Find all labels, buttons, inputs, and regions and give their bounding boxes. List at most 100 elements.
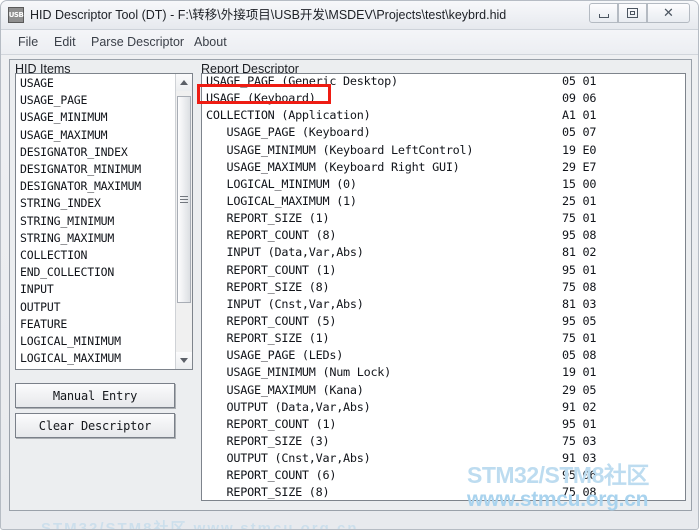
report-descriptor-row[interactable]: REPORT_SIZE (8) 75 08 bbox=[204, 279, 685, 296]
report-descriptor-row[interactable]: USAGE_PAGE (LEDs) 05 08 bbox=[204, 347, 685, 364]
report-descriptor-textarea[interactable]: USAGE_PAGE (Generic Desktop) 05 01 USAGE (… bbox=[201, 73, 686, 501]
report-descriptor-item-hex: 75 03 bbox=[562, 433, 597, 448]
report-descriptor-item-text: REPORT_COUNT (8) bbox=[206, 228, 337, 243]
report-descriptor-item-hex: 75 01 bbox=[562, 211, 597, 226]
scroll-up-button[interactable] bbox=[176, 74, 192, 91]
hid-item[interactable]: STRING_MINIMUM bbox=[20, 213, 174, 230]
report-descriptor-row[interactable]: REPORT_SIZE (8) 75 08 bbox=[204, 484, 685, 500]
maximize-button[interactable] bbox=[618, 3, 647, 23]
report-descriptor-item-text: INPUT (Cnst,Var,Abs) bbox=[206, 296, 364, 311]
hid-item[interactable]: END_COLLECTION bbox=[20, 264, 174, 281]
report-descriptor-row[interactable]: LOGICAL_MINIMUM (0) 15 00 bbox=[204, 176, 685, 193]
menu-bar: File Edit Parse Descriptor About bbox=[1, 30, 698, 55]
report-descriptor-item-hex: 95 08 bbox=[562, 228, 597, 243]
hid-item[interactable]: USAGE_MINIMUM bbox=[20, 109, 174, 126]
minimize-button[interactable] bbox=[589, 3, 618, 23]
hid-item[interactable]: COLLECTION bbox=[20, 247, 174, 264]
close-icon: ✕ bbox=[663, 5, 674, 21]
hid-item[interactable]: DESIGNATOR_INDEX bbox=[20, 144, 174, 161]
hid-item[interactable]: INPUT bbox=[20, 281, 174, 298]
menu-item-edit[interactable]: Edit bbox=[51, 34, 79, 51]
hid-item[interactable]: STRING_INDEX bbox=[20, 195, 174, 212]
report-descriptor-item-text: REPORT_COUNT (1) bbox=[206, 416, 337, 431]
report-descriptor-row[interactable]: REPORT_SIZE (1) 75 01 bbox=[204, 330, 685, 347]
manual-entry-button[interactable]: Manual Entry bbox=[15, 383, 175, 408]
hid-items-listbox[interactable]: USAGE USAGE_PAGE USAGE_MINIMUM USAGE_MAXIMU… bbox=[15, 73, 193, 370]
report-descriptor-row[interactable]: REPORT_COUNT (1) 95 01 bbox=[204, 416, 685, 433]
report-descriptor-item-hex: 81 03 bbox=[562, 296, 597, 311]
hid-item[interactable]: FEATURE bbox=[20, 316, 174, 333]
report-descriptor-item-text: REPORT_SIZE (1) bbox=[206, 331, 330, 346]
window-title: HID Descriptor Tool (DT) - F:\转移\外接项目\US… bbox=[30, 8, 507, 22]
report-descriptor-item-text: USAGE_MAXIMUM (Kana) bbox=[206, 382, 364, 397]
report-descriptor-item-hex: 05 01 bbox=[562, 74, 597, 88]
scrollbar-thumb[interactable] bbox=[177, 96, 191, 303]
report-descriptor-item-hex: 95 05 bbox=[562, 313, 597, 328]
report-descriptor-item-text: INPUT (Data,Var,Abs) bbox=[206, 245, 364, 260]
report-descriptor-row[interactable]: USAGE_MINIMUM (Keyboard LeftControl) 19 E… bbox=[204, 142, 685, 159]
report-descriptor-row[interactable]: LOGICAL_MAXIMUM (1) 25 01 bbox=[204, 193, 685, 210]
report-descriptor-row[interactable]: REPORT_SIZE (3) 75 03 bbox=[204, 433, 685, 450]
report-descriptor-item-hex: 29 E7 bbox=[562, 159, 597, 174]
minimize-icon bbox=[598, 13, 609, 18]
report-descriptor-row[interactable]: USAGE_PAGE (Keyboard) 05 07 bbox=[204, 124, 685, 141]
report-descriptor-row[interactable]: OUTPUT (Cnst,Var,Abs) 91 03 bbox=[204, 450, 685, 467]
report-descriptor-item-text: USAGE_MAXIMUM (Keyboard Right GUI) bbox=[206, 159, 460, 174]
chevron-up-icon bbox=[180, 80, 188, 85]
report-descriptor-item-text: USAGE_PAGE (Keyboard) bbox=[206, 125, 371, 140]
hid-item[interactable]: USAGE bbox=[20, 75, 174, 92]
menu-item-file[interactable]: File bbox=[15, 34, 41, 51]
report-descriptor-item-text: LOGICAL_MAXIMUM (1) bbox=[206, 193, 357, 208]
menu-item-parse-descriptor[interactable]: Parse Descriptor bbox=[88, 34, 187, 51]
report-descriptor-row[interactable]: USAGE_MAXIMUM (Kana) 29 05 bbox=[204, 382, 685, 399]
report-descriptor-item-text: USAGE_MINIMUM (Num Lock) bbox=[206, 365, 392, 380]
report-descriptor-row[interactable]: INPUT (Cnst,Var,Abs) 81 03 bbox=[204, 296, 685, 313]
hid-item[interactable]: DESIGNATOR_MAXIMUM bbox=[20, 178, 174, 195]
hid-item[interactable]: USAGE_PAGE bbox=[20, 92, 174, 109]
chevron-down-icon bbox=[180, 358, 188, 363]
hid-item[interactable]: USAGE_MAXIMUM bbox=[20, 127, 174, 144]
watermark-bottom: STM32/STM8社区 www.stmcu.org.cn bbox=[41, 520, 359, 530]
report-descriptor-row[interactable]: USAGE (Keyboard) 09 06 bbox=[204, 90, 685, 107]
hid-item[interactable]: LOGICAL_MAXIMUM bbox=[20, 350, 174, 367]
hid-item[interactable]: DESIGNATOR_MINIMUM bbox=[20, 161, 174, 178]
report-descriptor-item-text: REPORT_SIZE (8) bbox=[206, 279, 330, 294]
report-descriptor-row[interactable]: INPUT (Data,Var,Abs) 81 02 bbox=[204, 244, 685, 261]
close-button[interactable]: ✕ bbox=[647, 3, 690, 23]
report-descriptor-item-text: REPORT_COUNT (5) bbox=[206, 313, 337, 328]
report-descriptor-item-hex: 91 03 bbox=[562, 451, 597, 466]
report-descriptor-row[interactable]: REPORT_SIZE (1) 75 01 bbox=[204, 210, 685, 227]
hid-items-list: USAGE USAGE_PAGE USAGE_MINIMUM USAGE_MAXIMU… bbox=[16, 74, 174, 369]
report-descriptor-item-hex: 29 05 bbox=[562, 382, 597, 397]
report-descriptor-row[interactable]: REPORT_COUNT (1) 95 01 bbox=[204, 262, 685, 279]
report-descriptor-item-hex: 05 08 bbox=[562, 348, 597, 363]
clear-descriptor-button[interactable]: Clear Descriptor bbox=[15, 413, 175, 438]
report-descriptor-item-hex: 81 02 bbox=[562, 245, 597, 260]
report-descriptor-row[interactable]: OUTPUT (Data,Var,Abs) 91 02 bbox=[204, 399, 685, 416]
report-descriptor-item-hex: 19 01 bbox=[562, 365, 597, 380]
scroll-down-button[interactable] bbox=[176, 352, 192, 369]
hid-item[interactable]: STRING_MAXIMUM bbox=[20, 230, 174, 247]
hid-item[interactable]: LOGICAL_MINIMUM bbox=[20, 333, 174, 350]
menu-item-about[interactable]: About bbox=[191, 34, 230, 51]
grip-icon bbox=[180, 196, 188, 203]
report-descriptor-row[interactable]: USAGE_MINIMUM (Num Lock) 19 01 bbox=[204, 364, 685, 381]
hid-item[interactable]: PHYSICAL_MINIMUM bbox=[20, 367, 174, 369]
report-descriptor-item-text: OUTPUT (Cnst,Var,Abs) bbox=[206, 451, 371, 466]
report-descriptor-item-hex: 95 01 bbox=[562, 262, 597, 277]
report-descriptor-row[interactable]: REPORT_COUNT (6) 95 06 bbox=[204, 467, 685, 484]
report-descriptor-item-text: LOGICAL_MINIMUM (0) bbox=[206, 176, 357, 191]
report-descriptor-row[interactable]: USAGE_MAXIMUM (Keyboard Right GUI) 29 E7 bbox=[204, 159, 685, 176]
report-descriptor-item-text: OUTPUT (Data,Var,Abs) bbox=[206, 399, 371, 414]
report-descriptor-item-text: REPORT_COUNT (1) bbox=[206, 262, 337, 277]
report-descriptor-item-hex: 95 06 bbox=[562, 468, 597, 483]
report-descriptor-item-hex: 75 01 bbox=[562, 331, 597, 346]
report-descriptor-row[interactable]: REPORT_COUNT (8) 95 08 bbox=[204, 227, 685, 244]
hid-item[interactable]: OUTPUT bbox=[20, 299, 174, 316]
report-descriptor-row[interactable]: REPORT_COUNT (5) 95 05 bbox=[204, 313, 685, 330]
application-window: USB HID Descriptor Tool (DT) - F:\转移\外接项… bbox=[0, 0, 699, 530]
report-descriptor-item-hex: 75 08 bbox=[562, 485, 597, 500]
hid-items-scrollbar[interactable] bbox=[175, 74, 192, 369]
report-descriptor-row[interactable]: COLLECTION (Application) A1 01 bbox=[204, 107, 685, 124]
report-descriptor-row[interactable]: USAGE_PAGE (Generic Desktop) 05 01 bbox=[204, 74, 685, 90]
